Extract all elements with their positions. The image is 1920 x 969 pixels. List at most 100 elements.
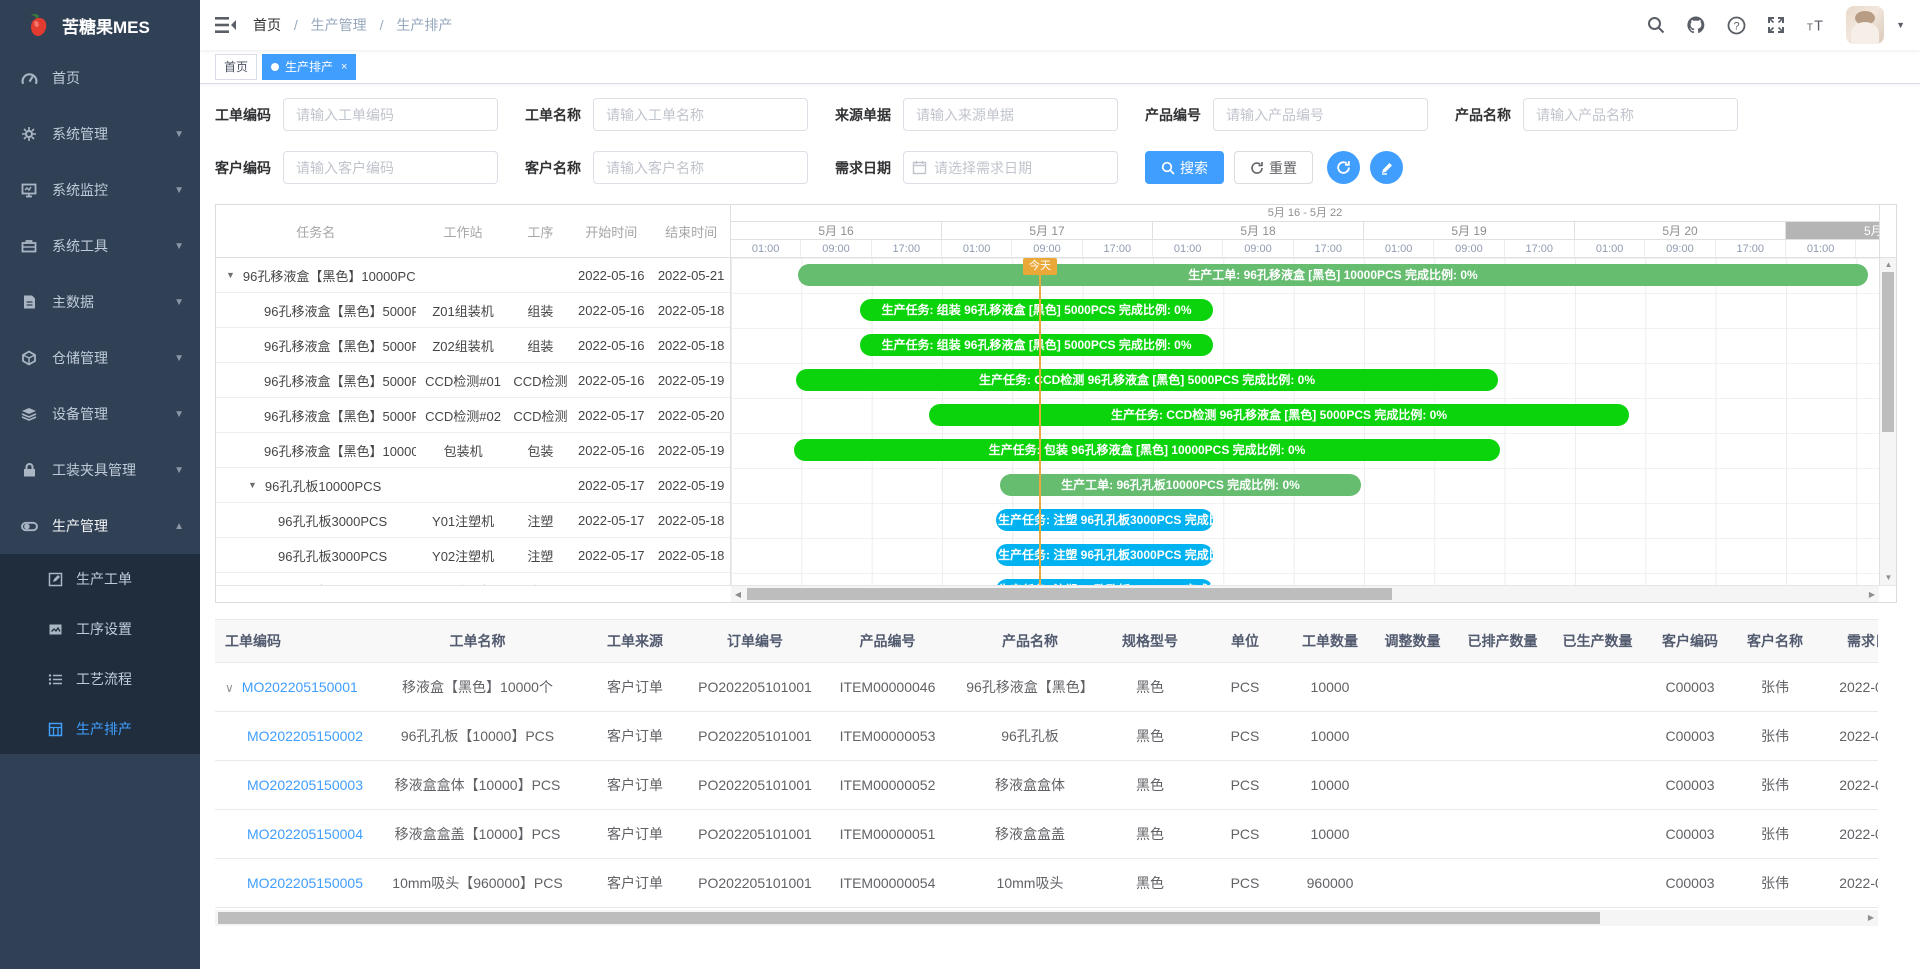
work-order-link[interactable]: MO202205150002 [247,728,363,744]
gantt-task-row[interactable]: ▼96孔孔板10000PCS 2022-05-17 2022-05-19 [216,468,730,503]
help-icon[interactable]: ? [1726,15,1746,35]
sidebar-fold-icon[interactable] [215,16,237,34]
gantt-bar-task[interactable]: 生产任务: CCD检测 96孔移液盒 [黑色] 5000PCS 完成比例: 0% [796,369,1498,391]
fullscreen-icon[interactable] [1766,15,1786,35]
filter-field-product-code: 产品编号 [1145,98,1428,131]
svg-text:T: T [1814,18,1823,34]
scrollbar-thumb[interactable] [747,588,1392,600]
sidebar-item-system-monitor[interactable]: 系统监控 ▼ [0,162,200,218]
col-header: 客户编码 [1645,620,1735,662]
gantt-bar-task-selected[interactable]: 生产任务: 注塑 96孔孔板3000PCS 完成比例: 0% [996,544,1213,566]
field-label: 工单名称 [525,105,581,125]
customer-code-input[interactable] [283,151,498,184]
product-name-input[interactable] [1523,98,1738,131]
main-content: 首页 / 生产管理 / 生产排产 ? TT ▼ [200,0,1920,926]
col-header: 工单编码 [215,620,380,662]
gantt-vertical-scrollbar[interactable]: ▲ ▼ [1879,205,1896,585]
scroll-down-icon[interactable]: ▼ [1880,571,1897,585]
gantt-task-row[interactable]: 96孔移液盒【黑色】5000PCS CCD检测#01 CCD检测 2022-05… [216,363,730,398]
gantt-bar-task[interactable]: 生产任务: 组装 96孔移液盒 [黑色] 5000PCS 完成比例: 0% [860,334,1213,356]
chevron-down-icon: ▼ [174,185,184,196]
gantt-bar-work-order[interactable]: 生产工单: 96孔移液盒 [黑色] 10000PCS 完成比例: 0% [798,264,1868,286]
scrollbar-thumb[interactable] [218,912,1600,924]
user-avatar[interactable] [1846,6,1884,44]
scroll-right-icon[interactable]: ▶ [1864,910,1878,927]
gantt-task-row[interactable]: 96孔移液盒【黑色】5000PCS Z02组装机 组装 2022-05-16 2… [216,328,730,363]
breadcrumb: 首页 / 生产管理 / 生产排产 [253,15,452,35]
expand-caret-icon[interactable]: ▼ [248,480,257,490]
table-row[interactable]: MO202205150003 移液盒盒体【10000】PCS 客户订单 PO20… [215,760,1878,809]
gantt-bar-task[interactable]: 生产任务: 组装 96孔移液盒 [黑色] 5000PCS 完成比例: 0% [860,299,1213,321]
source-doc-input[interactable] [903,98,1118,131]
monitor-icon [20,181,38,199]
sidebar-item-process-flow[interactable]: 工艺流程 [0,654,200,704]
gantt-task-row[interactable]: 96孔孔板3000PCS Y01注塑机 注塑 2022-05-17 2022-0… [216,503,730,538]
gantt-task-grid: 任务名 工作站 工序 开始时间 结束时间 ▼96孔移液盒【黑色】10000PCS… [216,205,731,585]
work-order-code-input[interactable] [283,98,498,131]
font-size-icon[interactable]: TT [1806,15,1826,35]
field-label: 来源单据 [835,105,891,125]
table-row[interactable]: MO202205150005 10mm吸头【960000】PCS 客户订单 PO… [215,858,1878,907]
sidebar-item-system-mgmt[interactable]: 系统管理 ▼ [0,106,200,162]
filter-field-source-doc: 来源单据 [835,98,1118,131]
sidebar-item-process-setting[interactable]: 工序设置 [0,604,200,654]
gantt-bar-task[interactable]: 生产任务: CCD检测 96孔移液盒 [黑色] 5000PCS 完成比例: 0% [929,404,1629,426]
sidebar-item-master-data[interactable]: 主数据 ▼ [0,274,200,330]
work-order-link[interactable]: MO202205150004 [247,826,363,842]
close-icon[interactable]: × [341,61,347,73]
sidebar-item-fixtures[interactable]: 工装夹具管理 ▼ [0,442,200,498]
gantt-bar-task[interactable]: 生产任务: 包装 96孔移液盒 [黑色] 10000PCS 完成比例: 0% [794,439,1500,461]
product-code-input[interactable] [1213,98,1428,131]
scrollbar-thumb[interactable] [1882,272,1894,432]
sidebar-item-production[interactable]: 生产管理 ▲ [0,498,200,554]
table-row[interactable]: MO202205150004 移液盒盒盖【10000】PCS 客户订单 PO20… [215,809,1878,858]
orders-horizontal-scrollbar[interactable]: ◀ ▶ [215,910,1878,926]
scroll-right-icon[interactable]: ▶ [1865,586,1879,603]
search-icon[interactable] [1646,15,1666,35]
tab-home[interactable]: 首页 [215,54,257,80]
gantt-task-row[interactable]: ▼96孔移液盒【黑色】10000PCS 2022-05-16 2022-05-2… [216,258,730,293]
day-cell: 5月 17 [942,222,1153,239]
gantt-task-row[interactable]: 96孔移液盒【黑色】5000PCS CCD检测#02 CCD检测 2022-05… [216,398,730,433]
gantt-task-row[interactable]: 96孔孔板3000PCS Y02注塑机 注塑 2022-05-17 2022-0… [216,538,730,573]
search-button[interactable]: 搜索 [1145,151,1224,184]
gantt-horizontal-scrollbar[interactable]: ◀ ▶ [216,585,1896,602]
col-workstation: 工作站 [416,222,511,241]
reset-button[interactable]: 重置 [1234,151,1313,184]
demand-date-input[interactable] [903,151,1118,184]
row-expand-icon[interactable]: ∨ [225,681,234,695]
breadcrumb-production-mgmt[interactable]: 生产管理 [311,17,367,33]
work-order-link[interactable]: MO202205150001 [242,679,358,695]
refresh-gantt-button[interactable] [1327,151,1360,184]
customer-name-input[interactable] [593,151,808,184]
tab-production-scheduling[interactable]: 生产排产 × [262,54,356,80]
sidebar-item-system-tools[interactable]: 系统工具 ▼ [0,218,200,274]
gantt-bar-task-selected[interactable]: 生产任务: 注塑 96孔孔板3000PCS 完成比例: 0% [996,509,1213,531]
lock-icon [20,461,38,479]
scroll-left-icon[interactable]: ◀ [731,586,745,603]
sidebar-item-equipment[interactable]: 设备管理 ▼ [0,386,200,442]
work-order-link[interactable]: MO202205150005 [247,875,363,891]
berry-logo-icon [26,12,52,38]
edit-schedule-button[interactable] [1370,151,1403,184]
app-logo[interactable]: 苦糖果MES [0,0,200,50]
svg-text:T: T [1807,22,1813,33]
work-order-link[interactable]: MO202205150003 [247,777,363,793]
gantt-bar-work-order[interactable]: 生产工单: 96孔孔板10000PCS 完成比例: 0% [1000,474,1361,496]
sidebar-item-work-order[interactable]: 生产工单 [0,554,200,604]
gantt-task-row[interactable]: 96孔孔板3000PCS Y03注塑机 注塑 2022-05-17 2022-0… [216,573,730,585]
work-order-name-input[interactable] [593,98,808,131]
gantt-task-row[interactable]: 96孔移液盒【黑色】10000PCS 包装机 包装 2022-05-16 202… [216,433,730,468]
field-label: 工单编码 [215,105,271,125]
sidebar-item-production-scheduling[interactable]: 生产排产 [0,704,200,754]
breadcrumb-home[interactable]: 首页 [253,17,281,33]
user-menu-caret-icon[interactable]: ▼ [1896,20,1905,30]
expand-caret-icon[interactable]: ▼ [226,270,235,280]
gantt-task-row[interactable]: 96孔移液盒【黑色】5000PCS Z01组装机 组装 2022-05-16 2… [216,293,730,328]
table-row[interactable]: ∨MO202205150001 移液盒【黑色】10000个 客户订单 PO202… [215,662,1878,711]
scroll-up-icon[interactable]: ▲ [1880,258,1897,272]
github-icon[interactable] [1686,15,1706,35]
sidebar-item-warehouse[interactable]: 仓储管理 ▼ [0,330,200,386]
table-row[interactable]: MO202205150002 96孔孔板【10000】PCS 客户订单 PO20… [215,711,1878,760]
sidebar-item-home[interactable]: 首页 [0,50,200,106]
